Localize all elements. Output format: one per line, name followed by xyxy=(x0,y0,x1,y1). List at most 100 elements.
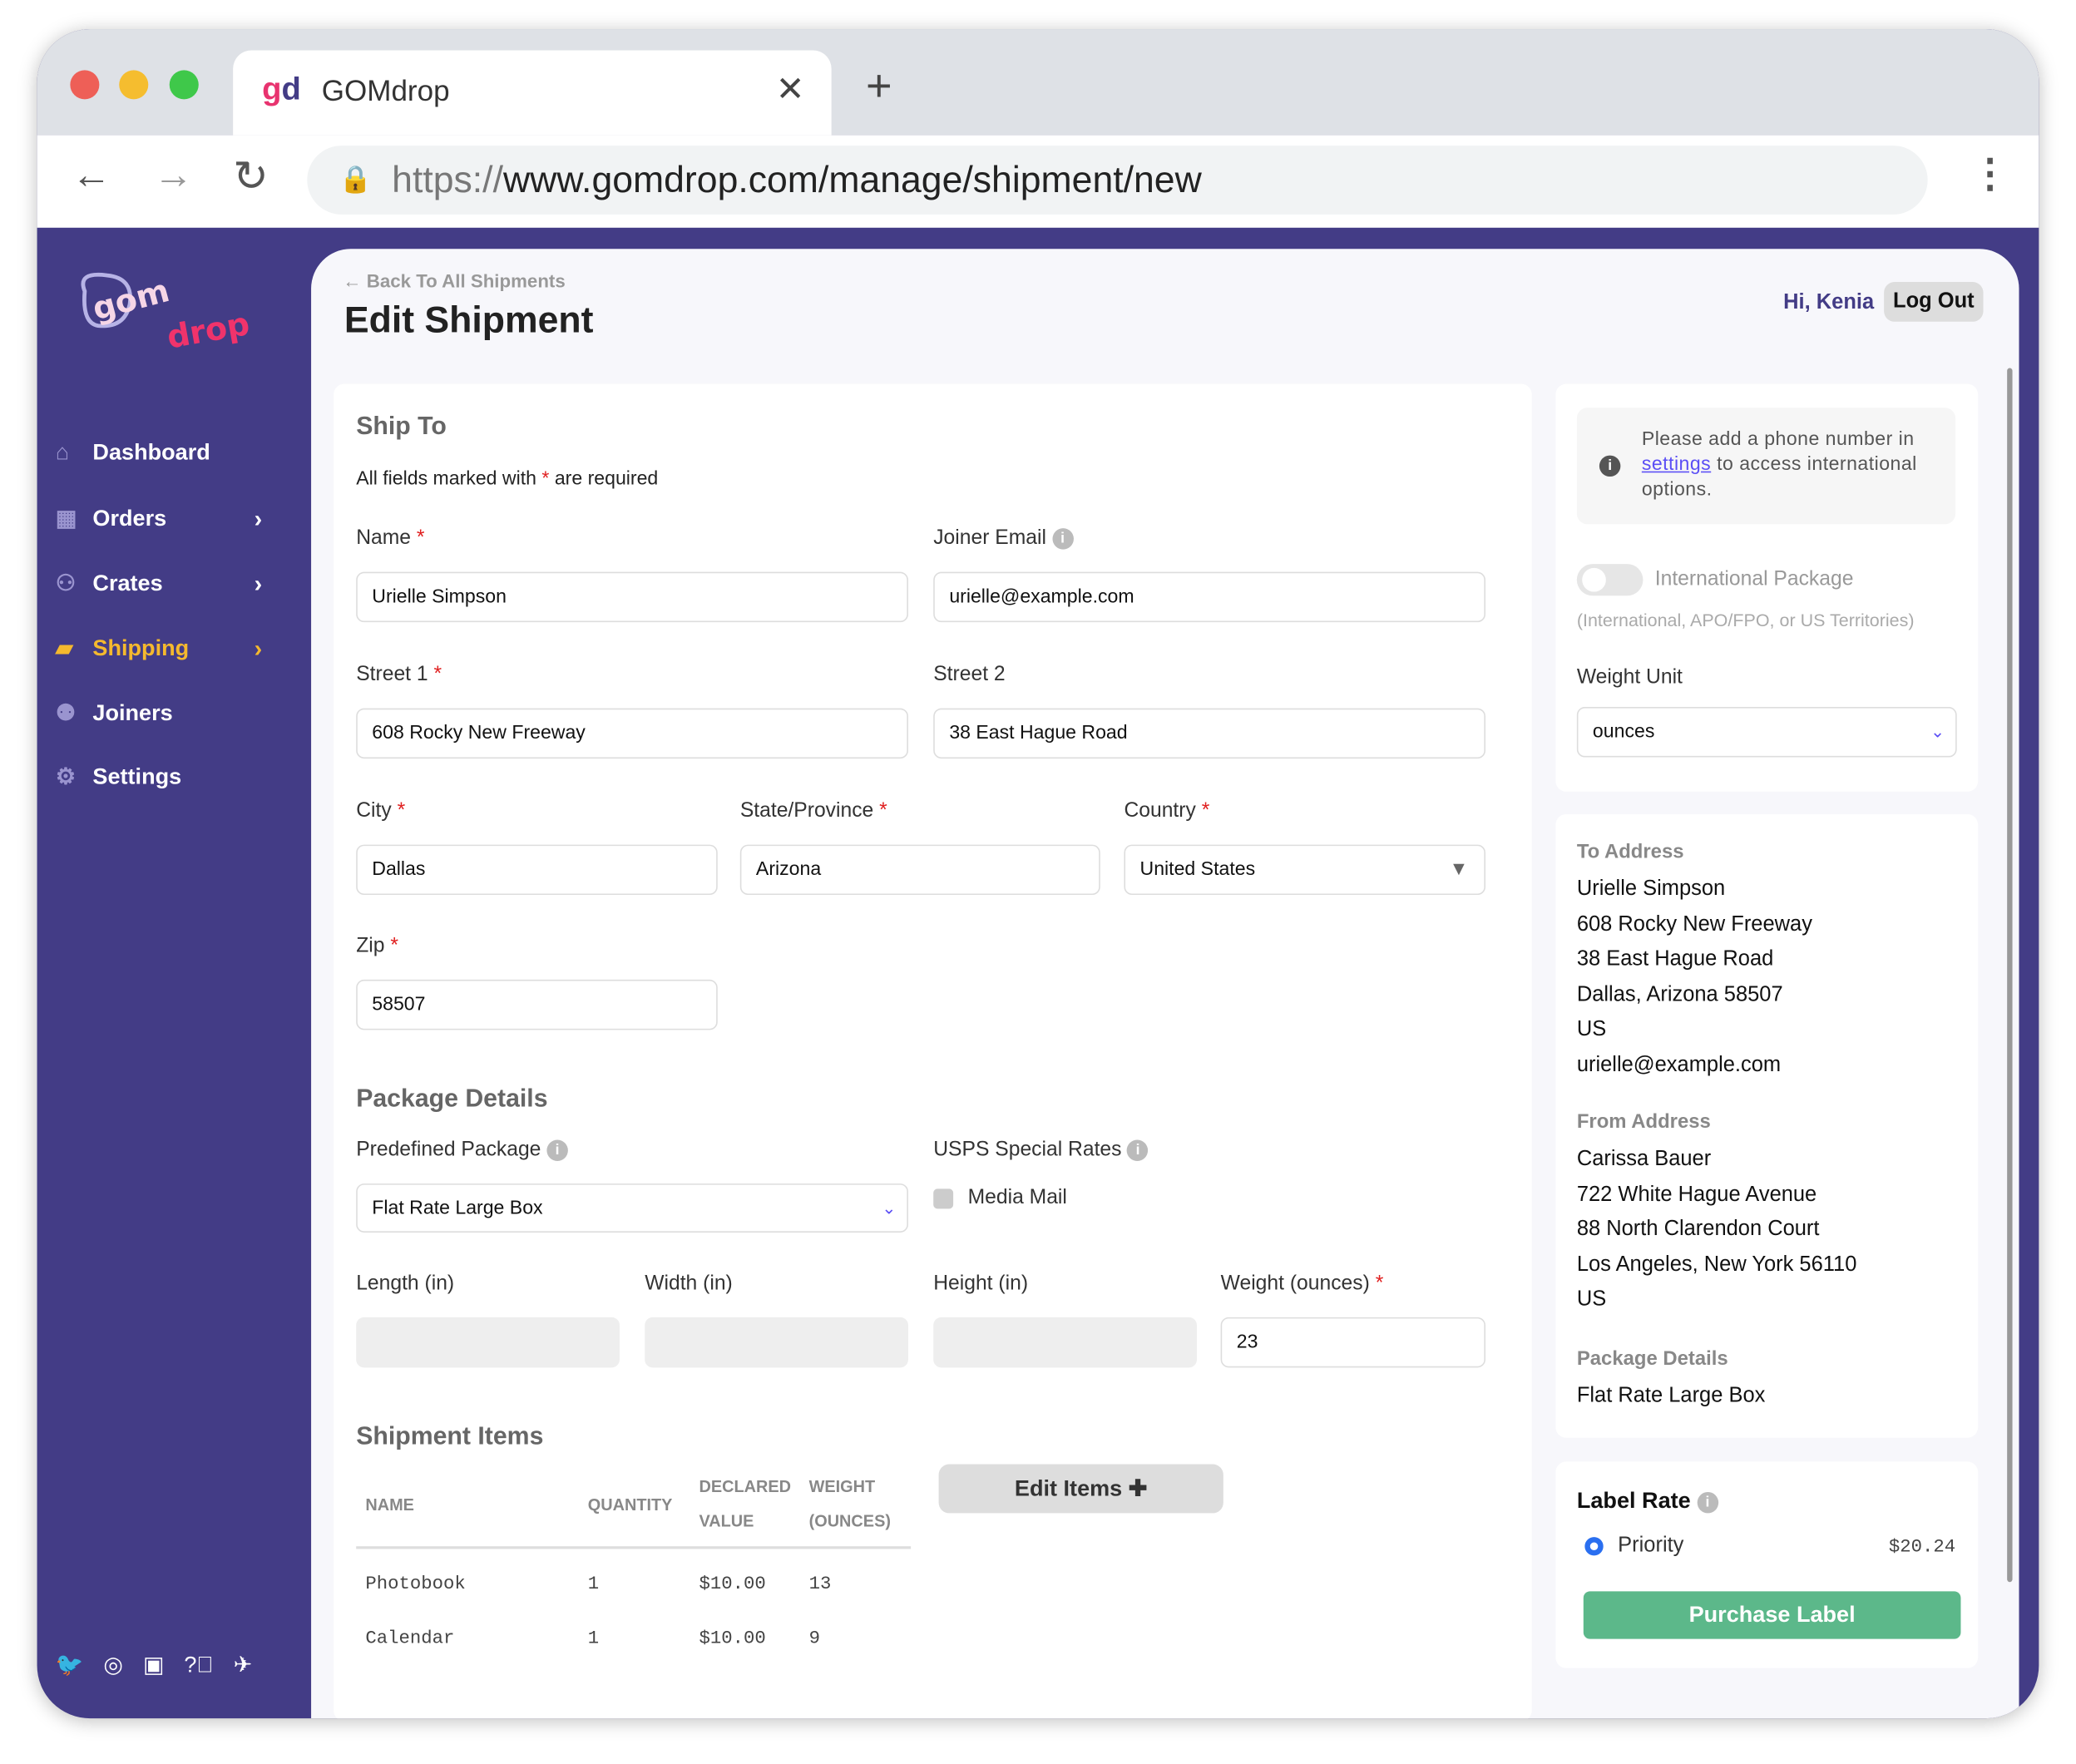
priority-radio[interactable] xyxy=(1584,1537,1604,1556)
sidebar-item-crates[interactable]: ⚇ Crates › xyxy=(56,570,281,597)
name-label: Name * xyxy=(356,526,425,550)
package-summary-value: Flat Rate Large Box xyxy=(1576,1385,1766,1408)
logo[interactable]: gom drop xyxy=(74,264,299,357)
close-window-button[interactable] xyxy=(70,70,100,100)
tab-title: GOMdrop xyxy=(321,74,450,107)
address-line: Los Angeles, New York 56110 xyxy=(1576,1253,1857,1277)
predefined-package-select[interactable]: Flat Rate Large Box ⌄ xyxy=(356,1183,908,1233)
address-line: Urielle Simpson xyxy=(1576,877,1726,901)
address-line: urielle@example.com xyxy=(1576,1054,1782,1077)
edit-items-button[interactable]: Edit Items ✚ xyxy=(938,1464,1223,1514)
logout-button[interactable]: Log Out xyxy=(1884,282,1984,322)
new-tab-icon[interactable]: + xyxy=(866,61,892,112)
width-input[interactable] xyxy=(645,1317,908,1368)
back-icon[interactable]: ← xyxy=(72,154,111,199)
city-input[interactable]: Dallas xyxy=(356,844,718,896)
maximize-window-button[interactable] xyxy=(169,70,199,100)
settings-link[interactable]: settings xyxy=(1642,454,1711,475)
country-select[interactable]: United States ▼ xyxy=(1124,844,1485,896)
home-icon: ⌂ xyxy=(55,439,70,465)
height-input[interactable] xyxy=(933,1317,1197,1368)
to-address-heading: To Address xyxy=(1576,840,1684,863)
state-input[interactable]: Arizona xyxy=(739,844,1100,896)
address-line: Dallas, Arizona 58507 xyxy=(1576,983,1783,1006)
table-cell-quantity: 1 xyxy=(587,1574,600,1596)
gomdrop-logo-icon: gom drop xyxy=(81,272,253,357)
info-icon: i xyxy=(1127,1139,1149,1161)
country-label: Country * xyxy=(1124,799,1210,823)
weight-unit-select[interactable]: ounces ⌄ xyxy=(1576,707,1957,758)
user-greeting: Hi, Kenia xyxy=(1783,291,1875,314)
package-summary-heading: Package Details xyxy=(1576,1347,1728,1371)
name-input[interactable]: Urielle Simpson xyxy=(356,571,908,623)
international-toggle[interactable] xyxy=(1576,564,1644,596)
info-icon: i xyxy=(1051,527,1074,550)
international-label: International Package xyxy=(1654,567,1854,590)
svg-text:drop: drop xyxy=(165,306,253,357)
package-details-heading: Package Details xyxy=(356,1085,548,1114)
discord-icon[interactable]: ▣ xyxy=(143,1653,165,1679)
close-tab-icon[interactable]: ✕ xyxy=(776,69,805,110)
options-card: i Please add a phone number in settings … xyxy=(1555,383,1979,792)
scrollbar[interactable] xyxy=(2007,368,2013,1583)
address-line: US xyxy=(1576,1288,1607,1312)
address-row: ← → ↻ 🔒 https://www.gomdrop.com/manage/s… xyxy=(37,135,2039,228)
table-cell-value: $10.00 xyxy=(699,1628,766,1650)
col-weight: WEIGHT (OUNCES) xyxy=(808,1477,891,1531)
back-to-shipments-link[interactable]: ← Back To All Shipments xyxy=(343,270,565,291)
sidebar-item-settings[interactable]: ⚙ Settings xyxy=(56,763,281,790)
url-text: www.gomdrop.com/manage/shipment/new xyxy=(502,159,1202,200)
sidebar-item-label: Orders xyxy=(92,506,167,531)
sidebar-item-orders[interactable]: ▦ Orders › xyxy=(56,505,281,532)
length-input[interactable] xyxy=(356,1317,620,1368)
sidebar-item-joiners[interactable]: ⚉ Joiners xyxy=(56,700,281,727)
sidebar-item-shipping[interactable]: ▰ Shipping › xyxy=(56,635,281,662)
phone-notice: i Please add a phone number in settings … xyxy=(1576,408,1956,525)
twitter-icon[interactable]: 🐦 xyxy=(56,1653,84,1679)
browser-window: gd GOMdrop ✕ + ← → ↻ 🔒 https://www.gomdr… xyxy=(37,29,2039,1719)
gear-icon: ⚙ xyxy=(55,763,77,789)
priority-price: $20.24 xyxy=(1888,1537,1956,1559)
chevron-down-icon: ⌄ xyxy=(1930,721,1945,742)
info-icon: i xyxy=(546,1139,568,1161)
from-address-heading: From Address xyxy=(1576,1110,1711,1134)
street1-label: Street 1 * xyxy=(356,663,442,686)
purchase-label-button[interactable]: Purchase Label xyxy=(1583,1591,1961,1639)
table-cell-name: Calendar xyxy=(365,1628,455,1650)
address-line: Carissa Bauer xyxy=(1576,1148,1712,1171)
reload-icon[interactable]: ↻ xyxy=(233,151,269,200)
media-mail-checkbox[interactable] xyxy=(933,1188,954,1209)
plus-icon: ✚ xyxy=(1128,1475,1148,1502)
forward-icon[interactable]: → xyxy=(154,154,194,199)
browser-menu-icon[interactable]: ⋮ xyxy=(1970,151,2010,197)
url-prefix: https:// xyxy=(392,159,503,200)
shipment-items-heading: Shipment Items xyxy=(356,1423,544,1451)
joiner-email-input[interactable]: urielle@example.com xyxy=(933,571,1485,623)
street2-input[interactable]: 38 East Hague Road xyxy=(933,708,1485,759)
minimize-window-button[interactable] xyxy=(119,70,149,100)
box-icon: ▰ xyxy=(55,635,73,661)
lock-icon: 🔒 xyxy=(339,165,373,195)
street2-label: Street 2 xyxy=(933,663,1006,686)
sidebar-item-label: Dashboard xyxy=(92,439,210,465)
info-icon: i xyxy=(1599,455,1621,477)
street1-input[interactable]: 608 Rocky New Freeway xyxy=(356,708,908,759)
required-note: All fields marked with * are required xyxy=(356,468,659,490)
address-line: 722 White Hague Avenue xyxy=(1576,1183,1817,1206)
browser-tab[interactable]: gd GOMdrop ✕ xyxy=(233,50,832,136)
zip-input[interactable]: 58507 xyxy=(356,979,718,1030)
instagram-icon[interactable]: ◎ xyxy=(103,1653,123,1679)
label-rate-card: Label Rate i Priority $20.24 Purchase La… xyxy=(1555,1461,1979,1668)
sidebar-item-dashboard[interactable]: ⌂ Dashboard xyxy=(56,439,281,466)
col-quantity: QUANTITY xyxy=(587,1495,673,1515)
help-icon[interactable]: ?⃝ xyxy=(184,1653,213,1679)
weight-input[interactable]: 23 xyxy=(1220,1317,1485,1368)
url-bar[interactable]: 🔒 https://www.gomdrop.com/manage/shipmen… xyxy=(307,146,1928,215)
to-address: Urielle Simpson 608 Rocky New Freeway 38 E… xyxy=(1577,872,1812,1084)
table-cell-weight: 13 xyxy=(808,1574,832,1596)
city-label: City * xyxy=(356,799,406,823)
weight-unit-label: Weight Unit xyxy=(1576,665,1683,689)
from-address: Carissa Bauer 722 White Hague Avenue 88 No… xyxy=(1577,1143,1857,1319)
plane-icon[interactable]: ✈ xyxy=(234,1653,253,1679)
footer-icons: 🐦 ◎ ▣ ?⃝ ✈ xyxy=(56,1653,252,1679)
